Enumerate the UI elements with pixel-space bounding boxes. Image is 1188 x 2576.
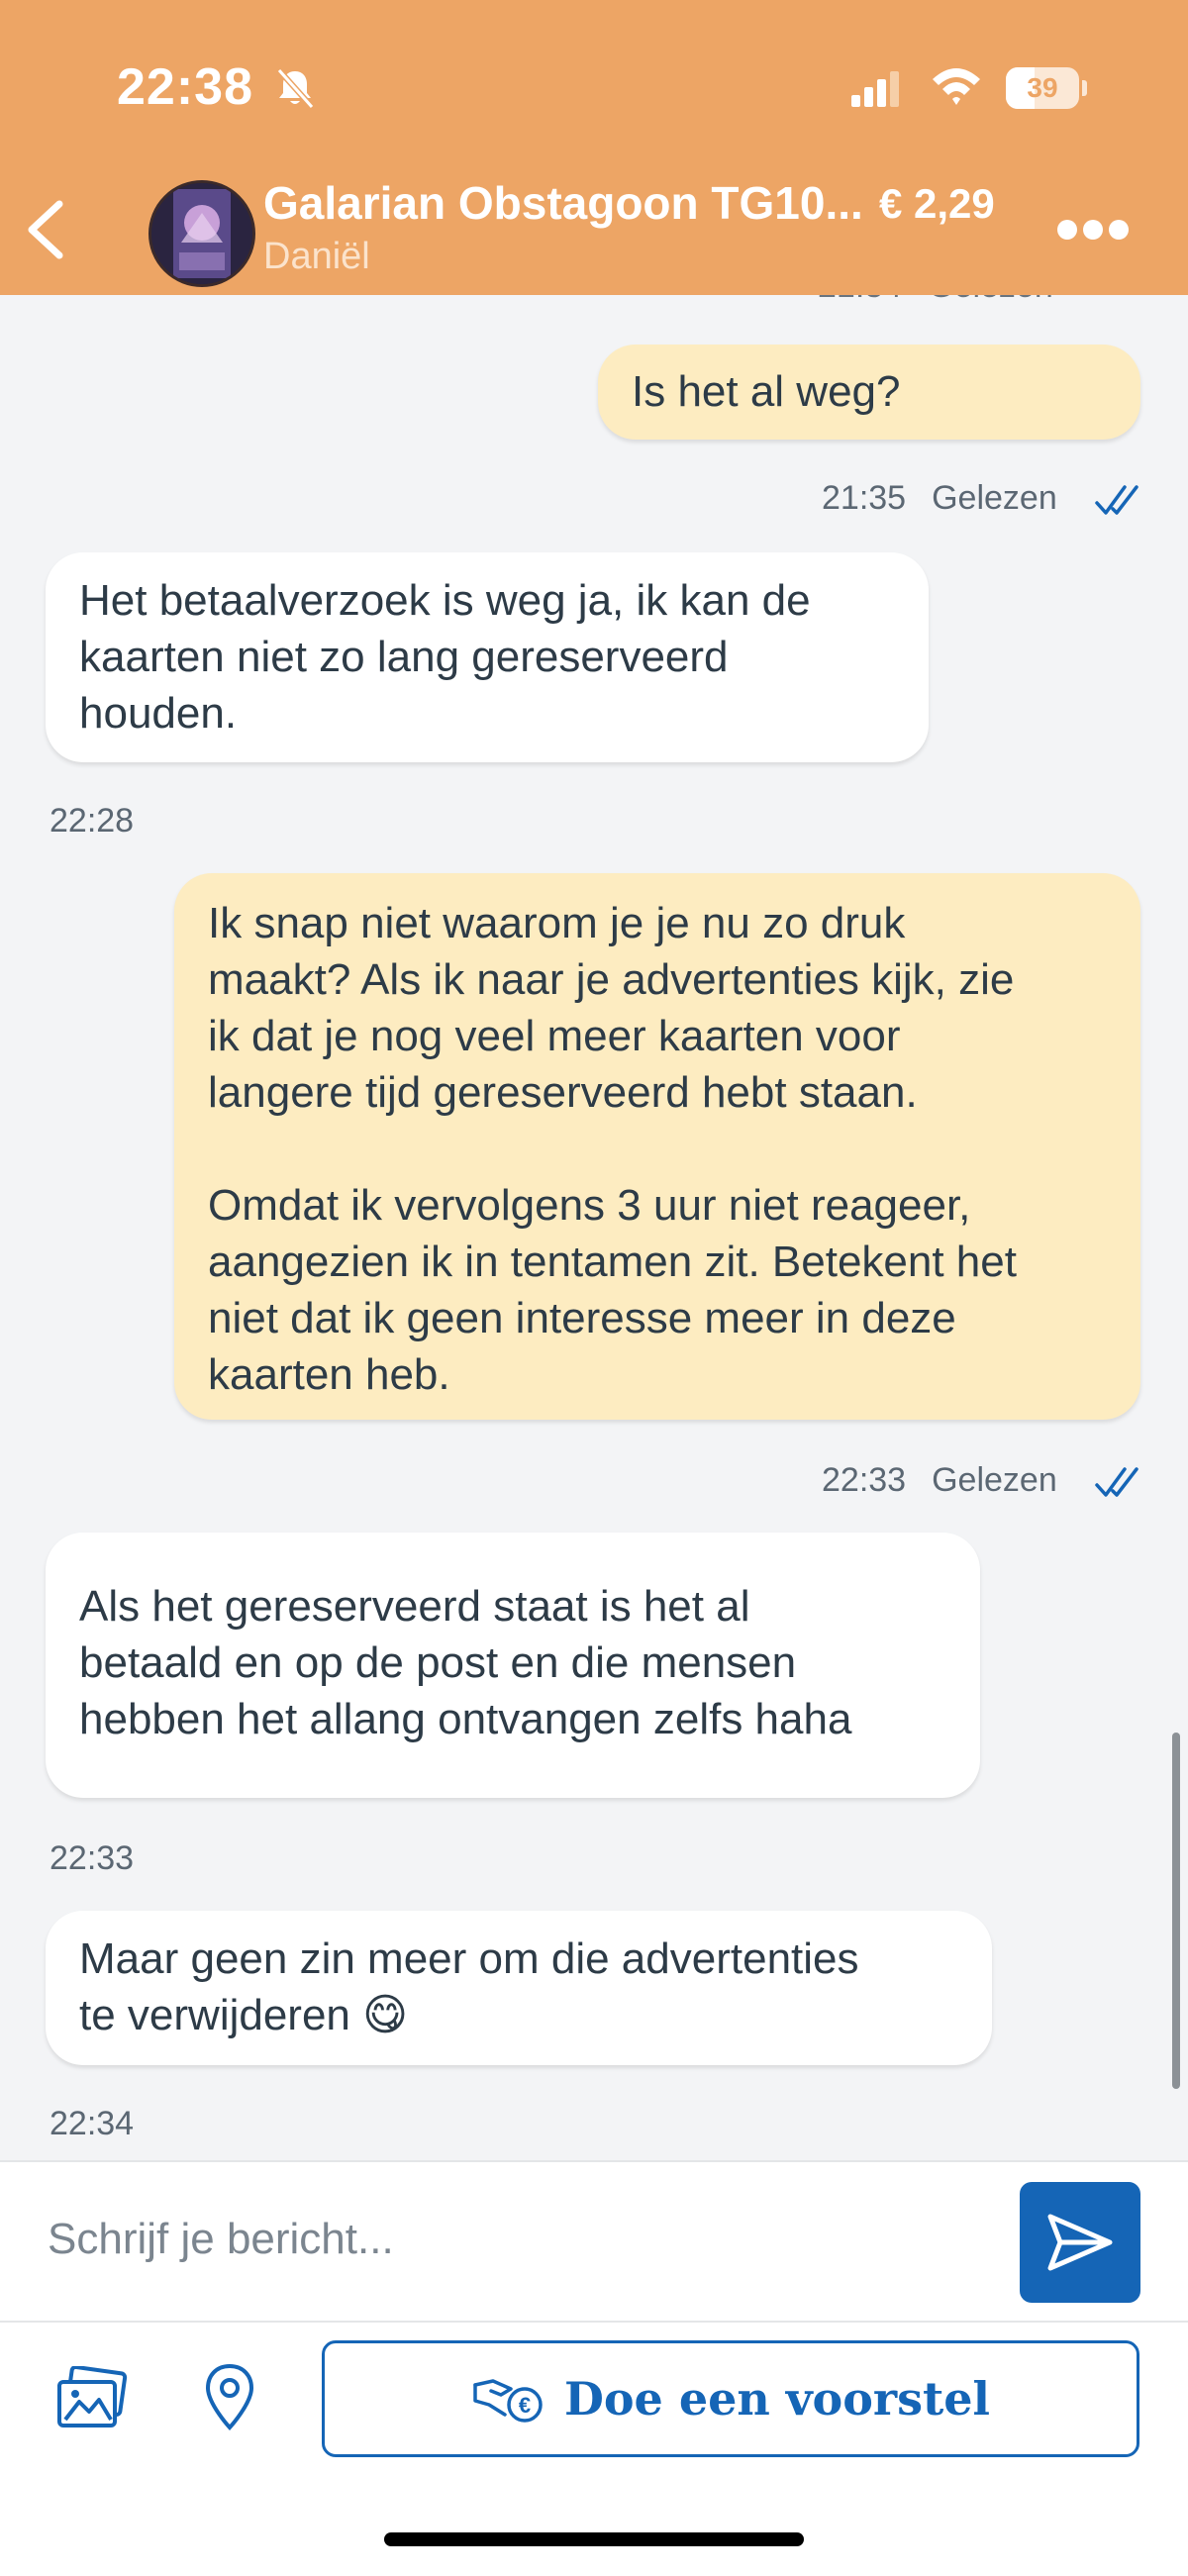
listing-avatar[interactable] <box>148 180 255 287</box>
home-indicator-area <box>0 2477 1188 2576</box>
double-check-icon <box>1095 1467 1138 1497</box>
message-time: 22:28 <box>50 802 135 840</box>
send-icon <box>1047 2214 1113 2271</box>
hand-euro-icon: € <box>473 2379 543 2423</box>
message-meta: 21:34Gelezen <box>818 295 1053 306</box>
message-text: Is het al weg? <box>632 367 901 416</box>
wifi-icon <box>933 68 980 105</box>
message-bubble-received[interactable]: Het betaalverzoek is weg ja, ik kan de k… <box>46 552 929 762</box>
message-text: Als het gereserveerd staat is het al <box>79 1582 750 1631</box>
message-text: langere tijd gereserveerd hebt staan. <box>208 1068 918 1117</box>
message-bubble-received[interactable]: Als het gereserveerd staat is het al bet… <box>46 1533 980 1798</box>
double-check-icon <box>1095 485 1138 515</box>
message-time: 22:33 <box>50 1839 135 1877</box>
make-offer-label: Doe een voorstel <box>563 2372 991 2426</box>
image-icon[interactable] <box>55 2366 129 2429</box>
listing-price: € 2,29 <box>879 180 995 227</box>
message-text: hebben het allang ontvangen zelfs haha <box>79 1695 852 1743</box>
home-indicator[interactable] <box>384 2532 804 2546</box>
status-time: 22:38 <box>117 58 253 116</box>
message-meta: 21:35 Gelezen <box>822 479 1057 518</box>
make-offer-button[interactable]: € Doe een voorstel <box>322 2340 1139 2457</box>
message-time: 22:33 <box>822 1461 907 1499</box>
message-bubble-received[interactable]: Maar geen zin meer om die advertenties t… <box>46 1911 992 2065</box>
message-text: niet dat ik geen interesse meer in deze <box>208 1294 956 1342</box>
message-text <box>208 1121 1107 1177</box>
battery-icon: 39 <box>1006 67 1087 109</box>
message-text: aangezien ik in tentamen zit. Betekent h… <box>208 1238 1017 1286</box>
chat-header: 22:38 39 Galarian Obstagoon TG10... Dani… <box>0 0 1188 295</box>
message-text: ik dat je nog veel meer kaarten voor <box>208 1012 901 1060</box>
message-text: kaarten niet zo lang gereserveerd <box>79 633 729 681</box>
message-meta: 22:33 Gelezen <box>822 1461 1057 1500</box>
message-text: te verwijderen 😋 <box>79 1991 408 2039</box>
message-text: Maar geen zin meer om die advertenties <box>79 1934 859 1983</box>
message-text: Ik snap niet waarom je je nu zo druk <box>208 899 906 947</box>
battery-level: 39 <box>1027 72 1058 103</box>
message-text: betaald en op de post en die mensen <box>79 1638 797 1687</box>
message-text: Het betaalverzoek is weg ja, ik kan de <box>79 576 811 625</box>
send-button[interactable] <box>1020 2182 1140 2303</box>
message-text: kaarten heb. <box>208 1350 450 1399</box>
composer <box>0 2160 1188 2323</box>
more-icon[interactable] <box>1055 216 1131 244</box>
message-status: Gelezen <box>932 1461 1057 1499</box>
signal-icon <box>851 71 899 107</box>
location-pin-icon[interactable] <box>202 2362 257 2433</box>
card-thumbnail-icon <box>151 183 252 284</box>
action-toolbar: € Doe een voorstel <box>0 2321 1188 2479</box>
listing-title[interactable]: Galarian Obstagoon TG10... <box>263 176 863 230</box>
back-arrow-icon[interactable] <box>22 194 71 265</box>
message-bubble-sent[interactable]: Is het al weg? <box>598 345 1140 440</box>
message-list[interactable]: 21:34Gelezen Is het al weg? 21:35 Gelezen… <box>0 295 1188 2160</box>
svg-text:€: € <box>519 2393 531 2418</box>
message-text: houden. <box>79 689 238 738</box>
scrollbar[interactable] <box>1172 1733 1180 2089</box>
message-bubble-sent[interactable]: Ik snap niet waarom je je nu zo druk maa… <box>174 873 1140 1420</box>
seller-name: Daniël <box>263 236 370 277</box>
message-input[interactable] <box>48 2200 998 2279</box>
message-text: maakt? Als ik naar je advertenties kijk,… <box>208 955 1015 1004</box>
message-time: 22:34 <box>50 2105 135 2142</box>
message-time: 21:35 <box>822 479 907 517</box>
bell-off-icon <box>276 68 315 109</box>
message-status: Gelezen <box>932 479 1057 517</box>
message-text: Omdat ik vervolgens 3 uur niet reageer, <box>208 1181 971 1230</box>
